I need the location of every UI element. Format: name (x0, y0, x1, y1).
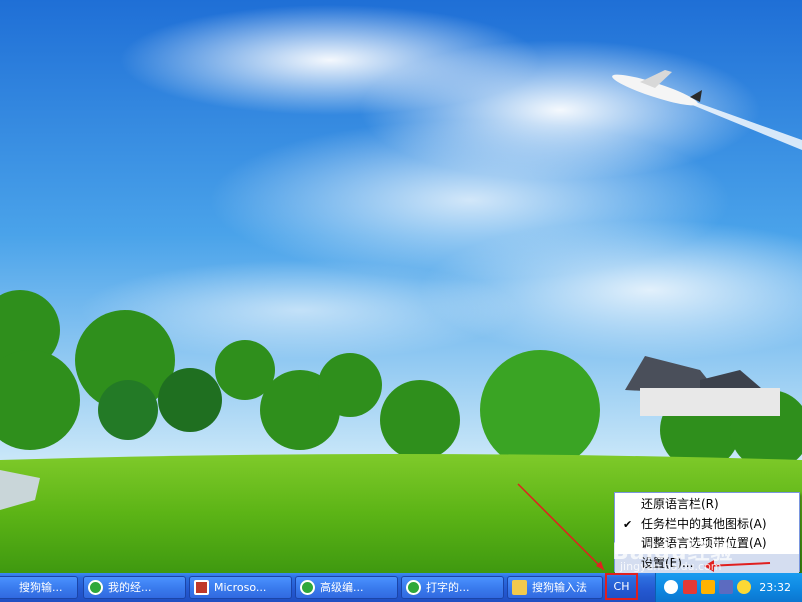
ie-icon (300, 580, 315, 595)
menu-item-settings[interactable]: 设置(E)... (615, 553, 799, 573)
antivirus-icon[interactable] (683, 580, 697, 594)
app-tray-icon[interactable] (701, 580, 715, 594)
network-icon[interactable] (719, 580, 733, 594)
language-bar-context-menu: 还原语言栏(R) ✔ 任务栏中的其他图标(A) 调整语言选项带位置(A) 设置(… (614, 492, 800, 573)
menu-item-additional-icons[interactable]: ✔ 任务栏中的其他图标(A) (615, 515, 799, 535)
desktop-wallpaper (0, 0, 802, 573)
taskbar-button-my-experience[interactable]: 我的经... (83, 576, 186, 599)
taskbar-button-sogou-input[interactable]: 搜狗输... (0, 576, 78, 599)
menu-item-restore-language-bar[interactable]: 还原语言栏(R) (615, 495, 799, 515)
ie-icon (406, 580, 421, 595)
taskbar-button-advanced-edit[interactable]: 高级编... (295, 576, 398, 599)
back-arrow-icon[interactable] (664, 580, 678, 594)
taskbar-button-microsoft[interactable]: Microso... (189, 576, 292, 599)
menu-item-adjust-language-band[interactable]: 调整语言选项带位置(A) (615, 534, 799, 554)
taskbar: 搜狗输... 我的经... Microso... 高级编... 打字的... 搜… (0, 573, 802, 602)
folder-icon (512, 580, 527, 595)
security-icon[interactable] (737, 580, 751, 594)
ms-icon (194, 580, 209, 595)
language-indicator[interactable]: CH (605, 573, 638, 600)
checkmark-icon: ✔ (623, 517, 633, 531)
taskbar-button-sogou-folder[interactable]: 搜狗输入法 (507, 576, 603, 599)
system-tray: 23:32 (655, 573, 802, 602)
ie-icon (88, 580, 103, 595)
taskbar-button-typing[interactable]: 打字的... (401, 576, 504, 599)
clock[interactable]: 23:32 (759, 573, 791, 602)
